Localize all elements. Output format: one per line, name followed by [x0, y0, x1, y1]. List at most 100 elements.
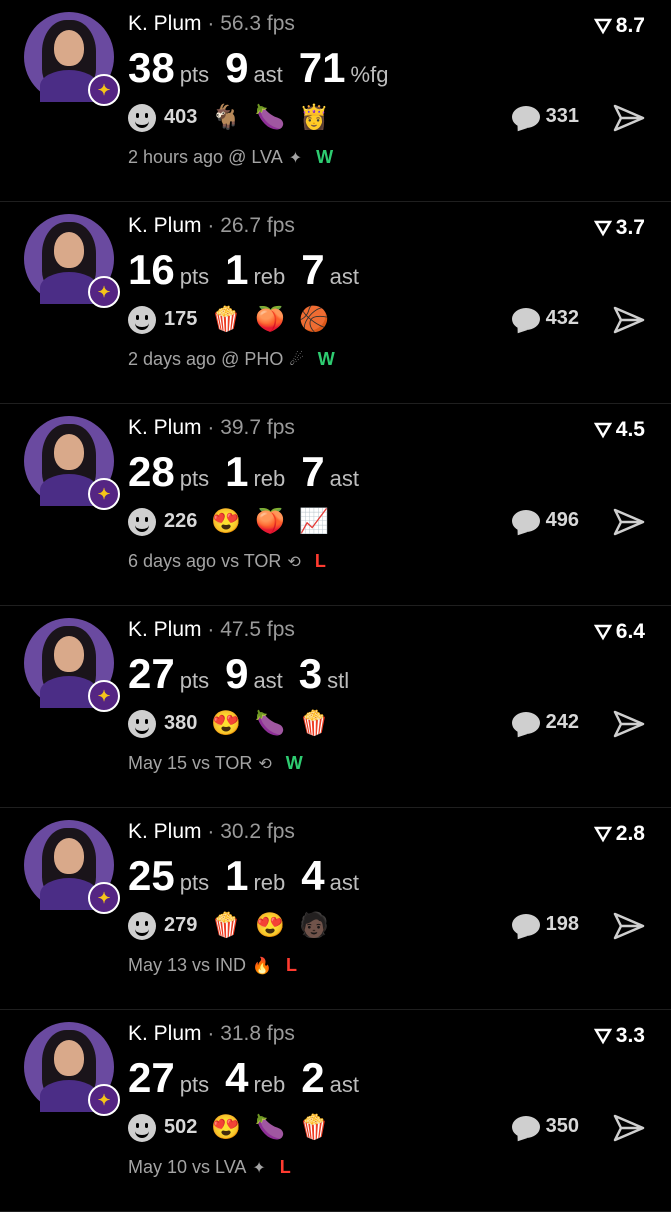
post-card[interactable]: ✦ K. Plum · 47.5 fps 6.4 27 pts 9 ast 3 stl… [0, 606, 671, 808]
player-avatar[interactable]: ✦ [24, 1022, 120, 1116]
share-send-icon[interactable] [613, 104, 645, 132]
reaction-emoji[interactable]: 🍆 [255, 709, 285, 738]
game-info: 6 days ago vs TOR [128, 551, 282, 571]
share-send-icon[interactable] [613, 508, 645, 536]
player-name[interactable]: K. Plum [128, 416, 202, 439]
stat-line: 25 pts 1 reb 4 ast [128, 852, 359, 900]
stat-value: 16 [128, 246, 175, 293]
react-smile-icon[interactable] [128, 507, 156, 536]
comment-bubble-icon [511, 307, 540, 330]
post-header: K. Plum · 30.2 fps [128, 820, 295, 844]
reaction-emoji[interactable]: 🍆 [255, 1113, 285, 1142]
comment-count: 496 [545, 509, 579, 531]
score-filter-icon [593, 1028, 612, 1045]
share-send-icon[interactable] [613, 1114, 645, 1142]
post-card[interactable]: ✦ K. Plum · 26.7 fps 3.7 16 pts 1 reb 7 ast… [0, 202, 671, 404]
reaction-emoji[interactable]: 🍆 [255, 103, 285, 132]
reactions-bar: 502 😍 🍆 🍿 [128, 1113, 329, 1142]
reaction-emoji[interactable]: 🍑 [255, 507, 285, 536]
reaction-emoji[interactable]: 🧑🏿 [299, 911, 329, 940]
reaction-emoji[interactable]: 🍿 [299, 709, 329, 738]
share-send-icon[interactable] [613, 710, 645, 738]
player-avatar[interactable]: ✦ [24, 416, 120, 510]
stat-unit: pts [179, 870, 210, 895]
reaction-emoji[interactable]: 🍿 [211, 305, 241, 334]
reaction-emoji[interactable]: 🏀 [299, 305, 329, 334]
share-send-icon[interactable] [613, 306, 645, 334]
react-smile-icon[interactable] [128, 911, 156, 940]
comments-button[interactable]: 198 [511, 913, 579, 936]
stat: 38 pts [128, 44, 209, 92]
post-card[interactable]: ✦ K. Plum · 39.7 fps 4.5 28 pts 1 reb 7 ast… [0, 404, 671, 606]
sparks-logo-icon: ✦ [97, 284, 111, 301]
player-name[interactable]: K. Plum [128, 618, 202, 641]
reaction-count: 226 [164, 510, 198, 532]
player-avatar[interactable]: ✦ [24, 214, 120, 308]
player-avatar[interactable]: ✦ [24, 12, 120, 106]
share-send-icon[interactable] [613, 912, 645, 940]
stat: 3 stl [299, 650, 349, 698]
score-filter-icon [593, 18, 612, 35]
team-badge: ✦ [88, 74, 120, 106]
post-card[interactable]: ✦ K. Plum · 56.3 fps 8.7 38 pts 9 ast 71 %f… [0, 0, 671, 202]
fps-value: · 31.8 fps [207, 1022, 295, 1045]
post-card[interactable]: ✦ K. Plum · 30.2 fps 2.8 25 pts 1 reb 4 ast… [0, 808, 671, 1010]
reaction-count: 175 [164, 308, 198, 330]
reaction-emoji[interactable]: 🐐 [211, 103, 241, 132]
score-value: 3.3 [615, 1024, 645, 1047]
player-name[interactable]: K. Plum [128, 820, 202, 843]
stat-line: 27 pts 9 ast 3 stl [128, 650, 349, 698]
stat-unit: stl [327, 668, 350, 693]
player-name[interactable]: K. Plum [128, 214, 202, 237]
score: 3.7 [593, 216, 645, 240]
react-smile-icon[interactable] [128, 1113, 156, 1142]
reaction-emoji[interactable]: 🍑 [255, 305, 285, 334]
stat: 9 ast [225, 44, 283, 92]
opponent-logo-icon: ✦ [288, 149, 303, 167]
player-name[interactable]: K. Plum [128, 12, 202, 35]
stat: 16 pts [128, 246, 209, 294]
post-card[interactable]: ✦ K. Plum · 31.8 fps 3.3 27 pts 4 reb 2 ast… [0, 1010, 671, 1212]
score-value: 3.7 [615, 216, 645, 239]
reaction-emoji[interactable]: 📈 [299, 507, 329, 536]
comments-button[interactable]: 350 [511, 1115, 579, 1138]
avatar-face [54, 434, 84, 470]
react-smile-icon[interactable] [128, 103, 156, 132]
reaction-emoji[interactable]: 👸 [299, 103, 329, 132]
stat-value: 27 [128, 1054, 175, 1101]
game-meta: May 10 vs LVA ✦ L [128, 1157, 291, 1178]
comments-button[interactable]: 242 [511, 711, 579, 734]
stat-unit: ast [329, 264, 359, 289]
reaction-count: 403 [164, 106, 198, 128]
stat: 71 %fg [299, 44, 389, 92]
comment-bubble-icon [511, 711, 540, 734]
stat-value: 9 [225, 44, 249, 91]
stat: 4 reb [225, 1054, 285, 1102]
reaction-emoji[interactable]: 😍 [211, 1113, 241, 1142]
reaction-emoji[interactable]: 😍 [211, 709, 241, 738]
comments-button[interactable]: 331 [511, 105, 579, 128]
stat: 9 ast [225, 650, 283, 698]
opponent-logo-icon: ☄ [289, 351, 304, 369]
stat-line: 27 pts 4 reb 2 ast [128, 1054, 359, 1102]
comments-button[interactable]: 432 [511, 307, 579, 330]
stat-unit: reb [253, 264, 286, 289]
comments-button[interactable]: 496 [511, 509, 579, 532]
stat: 25 pts [128, 852, 209, 900]
reaction-emoji[interactable]: 🍿 [211, 911, 241, 940]
avatar-face [54, 636, 84, 672]
player-name[interactable]: K. Plum [128, 1022, 202, 1045]
game-meta: 2 hours ago @ LVA ✦ W [128, 147, 333, 168]
player-avatar[interactable]: ✦ [24, 618, 120, 712]
react-smile-icon[interactable] [128, 709, 156, 738]
score: 2.8 [593, 822, 645, 846]
stat-unit: ast [253, 62, 283, 87]
reaction-emoji[interactable]: 🍿 [299, 1113, 329, 1142]
stat: 7 ast [301, 448, 359, 496]
opponent-logo-icon: ✦ [252, 1159, 266, 1177]
reaction-emoji[interactable]: 😍 [255, 911, 285, 940]
react-smile-icon[interactable] [128, 305, 156, 334]
reaction-emoji[interactable]: 😍 [211, 507, 241, 536]
player-avatar[interactable]: ✦ [24, 820, 120, 914]
avatar-face [54, 232, 84, 268]
